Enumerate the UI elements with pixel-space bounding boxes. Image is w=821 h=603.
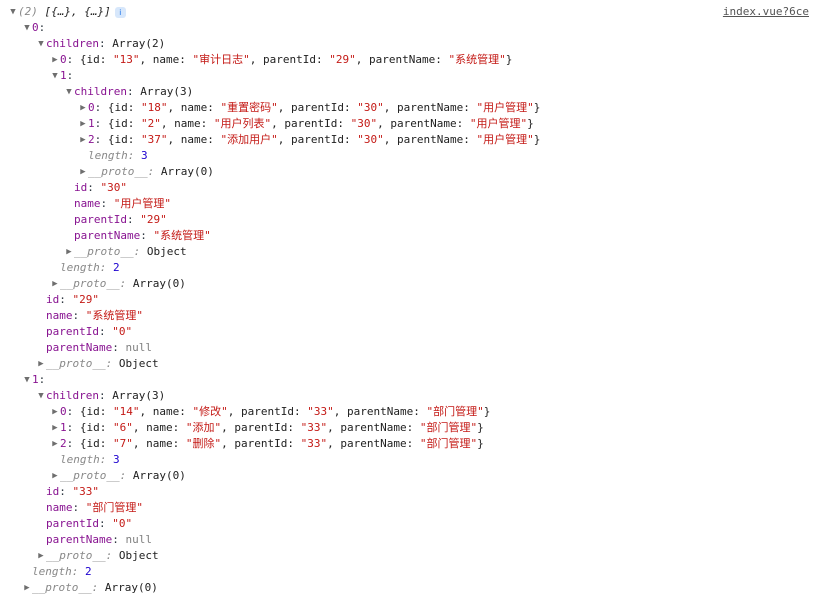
tree-node[interactable]: ▶0: {id: "18", name: "重置密码", parentId: "… bbox=[8, 100, 813, 116]
disclosure-triangle-icon[interactable]: ▶ bbox=[50, 468, 60, 484]
disclosure-triangle-icon[interactable]: ▶ bbox=[50, 276, 60, 292]
disclosure-triangle-icon[interactable]: ▼ bbox=[36, 36, 46, 52]
tree-node[interactable]: ▼1: bbox=[8, 68, 813, 84]
disclosure-triangle-icon[interactable]: ▶ bbox=[64, 244, 74, 260]
tree-leaf: length: 2 bbox=[8, 564, 813, 580]
tree-node[interactable]: ▶__proto__: Object bbox=[8, 244, 813, 260]
tree-leaf: name: "部门管理" bbox=[8, 500, 813, 516]
tree-leaf: length: 3 bbox=[8, 452, 813, 468]
tree-node[interactable]: ▼0: bbox=[8, 20, 813, 36]
disclosure-triangle-icon[interactable]: ▶ bbox=[50, 420, 60, 436]
tree-node[interactable]: ▼children: Array(3) bbox=[8, 388, 813, 404]
tree-leaf: id: "33" bbox=[8, 484, 813, 500]
disclosure-triangle-icon[interactable]: ▶ bbox=[50, 436, 60, 452]
tree-leaf: parentId: "29" bbox=[8, 212, 813, 228]
disclosure-triangle-icon[interactable]: ▼ bbox=[50, 68, 60, 84]
tree-leaf: id: "29" bbox=[8, 292, 813, 308]
log-header: ▼(2) [{…}, {…}]i index.vue?6ce bbox=[8, 4, 813, 20]
disclosure-triangle-icon[interactable]: ▶ bbox=[36, 548, 46, 564]
disclosure-triangle-icon[interactable]: ▼ bbox=[22, 372, 32, 388]
tree-node[interactable]: ▶1: {id: "6", name: "添加", parentId: "33"… bbox=[8, 420, 813, 436]
tree-leaf: parentName: "系统管理" bbox=[8, 228, 813, 244]
tree-leaf: parentId: "0" bbox=[8, 516, 813, 532]
tree-leaf: name: "系统管理" bbox=[8, 308, 813, 324]
disclosure-triangle-icon[interactable]: ▶ bbox=[78, 132, 88, 148]
tree-node[interactable]: ▼children: Array(2) bbox=[8, 36, 813, 52]
tree-node[interactable]: ▶__proto__: Array(0) bbox=[8, 580, 813, 596]
tree-node[interactable]: ▶__proto__: Array(0) bbox=[8, 468, 813, 484]
tree-node[interactable]: ▼1: bbox=[8, 372, 813, 388]
tree-node[interactable]: ▶__proto__: Object bbox=[8, 356, 813, 372]
tree-node[interactable]: ▶2: {id: "37", name: "添加用户", parentId: "… bbox=[8, 132, 813, 148]
disclosure-triangle-icon[interactable]: ▶ bbox=[50, 404, 60, 420]
log-summary[interactable]: ▼(2) [{…}, {…}]i bbox=[8, 4, 126, 20]
tree-node[interactable]: ▶__proto__: Object bbox=[8, 548, 813, 564]
disclosure-triangle-icon[interactable]: ▼ bbox=[64, 84, 74, 100]
info-icon[interactable]: i bbox=[115, 7, 126, 18]
tree-leaf: parentName: null bbox=[8, 532, 813, 548]
disclosure-triangle-icon[interactable]: ▶ bbox=[22, 580, 32, 596]
disclosure-triangle-icon[interactable]: ▼ bbox=[22, 20, 32, 36]
disclosure-triangle-icon[interactable]: ▶ bbox=[36, 356, 46, 372]
tree-leaf: id: "30" bbox=[8, 180, 813, 196]
disclosure-triangle-icon[interactable]: ▼ bbox=[36, 388, 46, 404]
source-link[interactable]: index.vue?6ce bbox=[723, 4, 809, 20]
tree-leaf: parentName: null bbox=[8, 340, 813, 356]
tree-node[interactable]: ▶__proto__: Array(0) bbox=[8, 164, 813, 180]
tree-node[interactable]: ▶__proto__: Array(0) bbox=[8, 276, 813, 292]
tree-node[interactable]: ▶0: {id: "14", name: "修改", parentId: "33… bbox=[8, 404, 813, 420]
tree-leaf: name: "用户管理" bbox=[8, 196, 813, 212]
tree-leaf: length: 3 bbox=[8, 148, 813, 164]
disclosure-triangle-icon[interactable]: ▶ bbox=[78, 100, 88, 116]
tree-node[interactable]: ▶2: {id: "7", name: "删除", parentId: "33"… bbox=[8, 436, 813, 452]
tree-node[interactable]: ▶0: {id: "13", name: "审计日志", parentId: "… bbox=[8, 52, 813, 68]
disclosure-triangle-icon[interactable]: ▶ bbox=[78, 116, 88, 132]
disclosure-triangle-icon[interactable]: ▶ bbox=[78, 164, 88, 180]
tree-node[interactable]: ▶1: {id: "2", name: "用户列表", parentId: "3… bbox=[8, 116, 813, 132]
tree-leaf: length: 2 bbox=[8, 260, 813, 276]
tree-leaf: parentId: "0" bbox=[8, 324, 813, 340]
disclosure-triangle-icon[interactable]: ▼ bbox=[8, 4, 18, 20]
disclosure-triangle-icon[interactable]: ▶ bbox=[50, 52, 60, 68]
tree-node[interactable]: ▼children: Array(3) bbox=[8, 84, 813, 100]
